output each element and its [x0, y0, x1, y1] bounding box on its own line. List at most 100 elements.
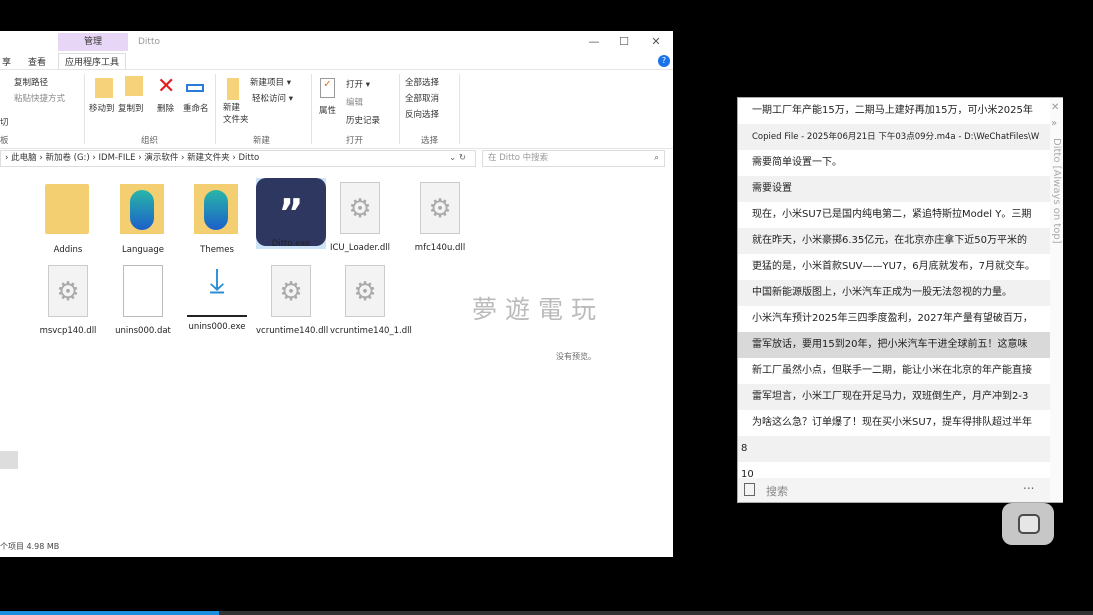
clip-item[interactable]: Copied File - 2025年06月21日 下午03点09分.m4a -…	[738, 124, 1050, 150]
new-folder-icon	[227, 78, 239, 100]
divider	[459, 74, 460, 144]
tab-share[interactable]: 享	[2, 55, 11, 68]
tab-app-tools[interactable]: 应用程序工具	[58, 53, 127, 69]
select-all-button[interactable]: 全部选择	[405, 76, 439, 88]
copy-to-button[interactable]: 复制到	[118, 102, 144, 114]
blank-file-icon	[120, 265, 166, 323]
rename-button[interactable]: 重命名	[183, 102, 209, 114]
clip-item[interactable]: 现在，小米SU7已是国内纯电第二，紧追特斯拉Model Y。三期	[738, 202, 1050, 228]
clip-item[interactable]: 新工厂虽然小点，但联手一二期，能让小米在北京的年产能直接	[738, 358, 1050, 384]
file-name: vcruntime140_1.dll	[330, 326, 412, 336]
easy-access-button[interactable]: 轻松访问 ▾	[252, 92, 293, 104]
properties-icon: ✓	[320, 78, 335, 98]
nav-pane-scrollbar[interactable]	[0, 451, 18, 469]
address-bar[interactable]: › 此电脑 › 新加卷 (G:) › IDM-FILE › 演示软件 › 新建文…	[0, 150, 476, 167]
close-icon[interactable]: ✕	[1051, 102, 1059, 113]
expand-icon[interactable]: »	[1051, 118, 1057, 129]
file-name: ICU_Loader.dll	[329, 243, 391, 253]
rename-icon	[186, 84, 204, 92]
file-item[interactable]: ⤓ unins000.exe	[182, 261, 252, 332]
ditto-search-input[interactable]: 搜索	[766, 483, 788, 499]
clip-item[interactable]: 需要设置	[738, 176, 1050, 202]
edit-button[interactable]: 编辑	[346, 96, 363, 108]
breadcrumb-ditto[interactable]: Ditto	[238, 153, 259, 163]
clip-item[interactable]: 雷军坦言，小米工厂现在开足马力，双班倒生产，月产冲到2-3	[738, 384, 1050, 410]
group-open: 打开	[346, 136, 364, 146]
file-item[interactable]: ⚙ mfc140u.dll	[405, 178, 475, 253]
folder-app-icon	[120, 184, 166, 242]
breadcrumb-new-folder[interactable]: 新建文件夹	[187, 153, 230, 163]
invert-selection-button[interactable]: 反向选择	[405, 108, 439, 120]
file-item[interactable]: ” Ditto.exe	[256, 178, 326, 249]
file-name: Language	[122, 245, 164, 255]
close-button[interactable]: ✕	[646, 35, 666, 48]
clip-item[interactable]: 为啥这么急？订单爆了！现在买小米SU7，提车得排队超过半年	[738, 410, 1050, 436]
copy-path-button[interactable]: 复制路径	[14, 76, 48, 88]
move-to-icon	[95, 78, 113, 98]
help-icon[interactable]: ?	[658, 55, 670, 67]
breadcrumb-idm-file[interactable]: IDM-FILE	[99, 153, 136, 163]
clip-item[interactable]: 8	[738, 436, 1050, 462]
file-name: unins000.exe	[188, 322, 246, 332]
file-name: mfc140u.dll	[414, 243, 466, 253]
file-name: vcruntime140.dll	[256, 326, 329, 336]
new-item-button[interactable]: 新建项目 ▾	[250, 76, 291, 88]
ditto-app-icon: ”	[256, 178, 326, 246]
properties-button[interactable]: 属性	[319, 104, 336, 116]
tab-view[interactable]: 查看	[28, 55, 46, 68]
file-name: msvcp140.dll	[39, 326, 97, 336]
file-item[interactable]: ⚙ msvcp140.dll	[33, 261, 103, 336]
more-icon[interactable]: ...	[1023, 478, 1034, 492]
window-title: Ditto	[138, 37, 160, 47]
file-item[interactable]: ⚙ vcruntime140_1.dll	[330, 261, 412, 336]
video-progress-bar[interactable]	[0, 611, 1093, 615]
divider	[215, 74, 216, 144]
cut-button[interactable]: 切	[0, 116, 9, 128]
watermark: 夢遊電玩	[472, 295, 605, 324]
open-button[interactable]: 打开 ▾	[346, 78, 370, 90]
move-to-button[interactable]: 移动到	[89, 102, 115, 114]
paste-shortcut-button[interactable]: 粘贴快捷方式	[14, 92, 65, 104]
breadcrumb-drive[interactable]: 新加卷 (G:)	[45, 153, 89, 163]
file-item[interactable]: unins000.dat	[108, 261, 178, 336]
ditto-clipboard-window: 一期工厂年产能15万，二期马上建好再加15万，可小米2025年 Copied Fi…	[737, 97, 1063, 503]
preview-pane-text: 没有预览。	[556, 352, 596, 361]
file-item[interactable]: Addins	[33, 178, 103, 255]
ditto-search-bar[interactable]: 搜索 ...	[738, 478, 1050, 502]
delete-icon: ✕	[157, 74, 176, 99]
title-bar: 管理 Ditto — ☐ ✕	[0, 31, 673, 53]
play-button[interactable]	[1002, 503, 1054, 545]
refresh-icon[interactable]: ⌄ ↻	[449, 151, 466, 166]
breadcrumb-this-pc[interactable]: 此电脑	[11, 153, 37, 163]
clip-item[interactable]: 更猛的是，小米首款SUV——YU7，6月底就发布，7月就交车。	[738, 254, 1050, 280]
minimize-button[interactable]: —	[584, 35, 604, 48]
context-tab-manage[interactable]: 管理	[58, 33, 128, 51]
select-none-button[interactable]: 全部取消	[405, 92, 439, 104]
clip-item[interactable]: 就在昨天，小米豪掷6.35亿元，在北京亦庄拿下近50万平米的	[738, 228, 1050, 254]
new-folder-button[interactable]: 新建 文件夹	[223, 102, 249, 126]
ditto-side-bar: ✕ » Ditto [Always on top]	[1050, 98, 1063, 502]
maximize-button[interactable]: ☐	[614, 35, 634, 48]
file-name: Themes	[200, 245, 234, 255]
file-item[interactable]: Themes	[182, 178, 252, 255]
clip-item[interactable]: 小米汽车预计2025年三四季度盈利，2027年产量有望破百万，	[738, 306, 1050, 332]
delete-button[interactable]: 删除	[157, 102, 174, 114]
play-icon	[1018, 514, 1040, 534]
dll-gear-icon: ⚙	[268, 265, 314, 323]
file-name: Ditto.exe	[271, 239, 311, 249]
history-button[interactable]: 历史记录	[346, 114, 380, 126]
divider	[399, 74, 400, 144]
clip-item[interactable]: 一期工厂年产能15万，二期马上建好再加15万，可小米2025年	[738, 98, 1050, 124]
divider	[311, 74, 312, 144]
file-item[interactable]: ⚙ ICU_Loader.dll	[325, 178, 395, 253]
file-item[interactable]: ⚙ vcruntime140.dll	[256, 261, 329, 336]
file-name: unins000.dat	[115, 326, 171, 336]
clip-item[interactable]: 雷军放话，要用15到20年，把小米汽车干进全球前五！这意味	[738, 332, 1050, 358]
clip-item[interactable]: 中国新能源版图上，小米汽车正成为一股无法忽视的力量。	[738, 280, 1050, 306]
breadcrumb-demo[interactable]: 演示软件	[144, 153, 178, 163]
folder-app-icon	[194, 184, 240, 242]
clip-item[interactable]: 需要简单设置一下。	[738, 150, 1050, 176]
search-input[interactable]: 在 Ditto 中搜索 ⌕	[482, 150, 665, 167]
file-item[interactable]: Language	[108, 178, 178, 255]
ribbon: 复制路径 粘贴快捷方式 切 板 移动到 复制到 ✕ 删除 重命名 组织 新建 文…	[0, 69, 673, 149]
